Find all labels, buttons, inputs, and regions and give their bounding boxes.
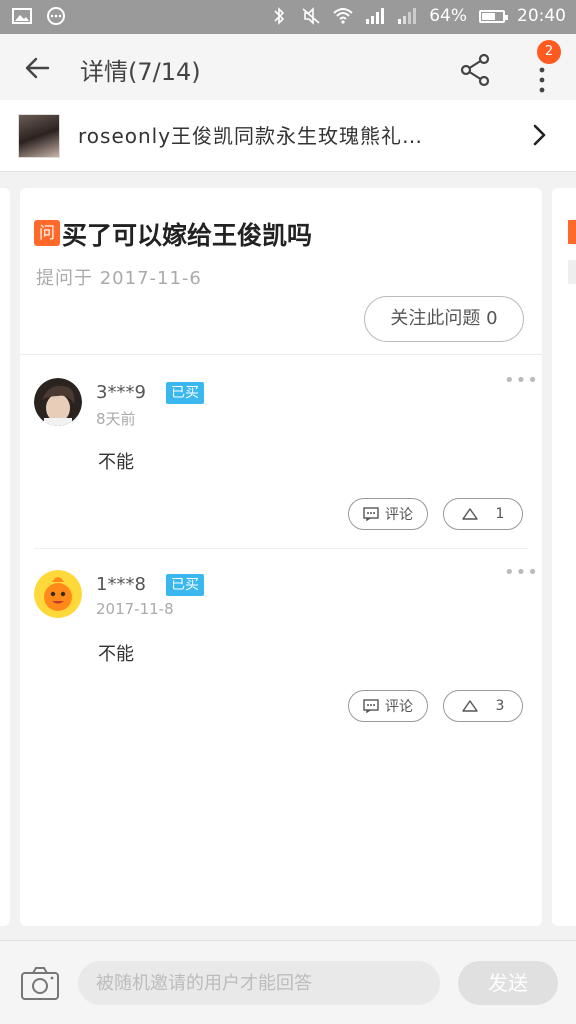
answer-separator (34, 548, 528, 549)
product-name: roseonly王俊凯同款永生玫瑰熊礼… (78, 124, 424, 148)
answer-content: 不能 (98, 644, 134, 665)
triangle-up-icon (461, 508, 478, 520)
answer-time: 8天前 (96, 410, 136, 428)
answer-content: 不能 (98, 452, 134, 473)
answer-time: 2017-11-8 (96, 600, 174, 618)
like-count: 3 (495, 698, 505, 714)
battery-level (482, 12, 495, 20)
more-circle-icon (47, 7, 65, 25)
clock: 20:40 (517, 6, 566, 26)
next-card-tag (568, 220, 576, 244)
comment-label: 评论 (385, 699, 413, 715)
answer-username: 1***8 (96, 574, 146, 595)
share-icon[interactable] (456, 50, 496, 90)
comment-label: 评论 (385, 507, 413, 523)
chevron-right-icon (533, 124, 546, 146)
answer-bar: 发送 (0, 940, 576, 1024)
like-button[interactable]: 1 (443, 498, 523, 530)
follow-question-button[interactable]: 关注此问题 0 (364, 296, 524, 342)
question-date: 提问于 2017-11-6 (36, 268, 202, 289)
question-tag: 问 (34, 220, 60, 246)
battery-icon (479, 9, 508, 23)
notification-badge: 2 (537, 40, 561, 64)
send-button[interactable]: 发送 (458, 961, 558, 1005)
bluetooth-icon (274, 7, 285, 25)
bought-badge: 已买 (166, 382, 204, 404)
status-bar: 64% 20:40 (0, 0, 576, 34)
mute-icon (302, 7, 320, 25)
product-row[interactable]: roseonly王俊凯同款永生玫瑰熊礼… (0, 100, 576, 172)
previous-card-peek[interactable] (0, 188, 10, 926)
answer-username: 3***9 (96, 382, 146, 403)
comment-icon (363, 507, 379, 521)
comment-button[interactable]: 评论 (348, 498, 428, 530)
page-title: 详情(7/14) (80, 58, 201, 86)
app-bar: 详情(7/14) 2 (0, 34, 576, 100)
answer-input[interactable] (78, 961, 440, 1005)
like-button[interactable]: 3 (443, 690, 523, 722)
avatar[interactable] (34, 378, 82, 426)
triangle-up-icon (461, 700, 478, 712)
product-thumbnail (18, 114, 60, 158)
divider (20, 354, 542, 355)
next-card-peek[interactable] (552, 188, 576, 926)
question-card: 问 买了可以嫁给王俊凯吗 提问于 2017-11-6 关注此问题 0 3***9… (20, 188, 542, 926)
avatar[interactable] (34, 570, 82, 618)
image-icon (12, 8, 32, 24)
comment-icon (363, 699, 379, 713)
bought-badge: 已买 (166, 574, 204, 596)
more-options-icon[interactable]: ••• (504, 370, 539, 391)
next-card-line (568, 260, 576, 284)
comment-button[interactable]: 评论 (348, 690, 428, 722)
signal-icon (366, 8, 385, 24)
camera-icon[interactable] (20, 965, 60, 1001)
like-count: 1 (495, 506, 505, 522)
more-options-icon[interactable]: ••• (504, 562, 539, 583)
battery-percent: 64% (429, 6, 467, 26)
back-arrow-icon[interactable] (18, 48, 58, 88)
signal-2-icon (398, 8, 417, 24)
question-title: 买了可以嫁给王俊凯吗 (62, 221, 313, 250)
wifi-icon (333, 8, 353, 24)
